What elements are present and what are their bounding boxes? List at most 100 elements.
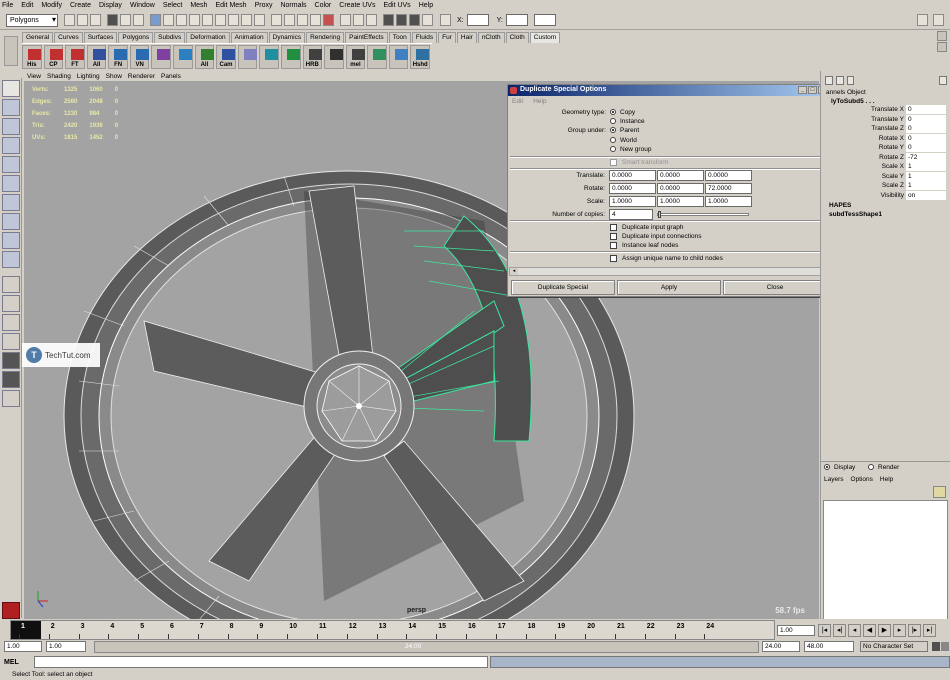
attr-name[interactable]: Scale X (821, 163, 906, 170)
snap-point-icon[interactable] (297, 14, 308, 26)
rotate-tool-icon[interactable] (2, 156, 20, 173)
instance-leaf-checkbox[interactable]: Instance leaf nodes (610, 242, 678, 249)
dup-input-graph-checkbox[interactable]: Duplicate input graph (610, 224, 683, 231)
mode-selector[interactable]: Polygons (6, 13, 58, 27)
shelf-icon-9[interactable]: All (194, 44, 215, 69)
layout-four-icon[interactable] (2, 295, 20, 312)
attr-value[interactable]: 1 (906, 171, 946, 181)
toggle-attr-editor-icon[interactable] (917, 14, 928, 26)
attr-name[interactable]: Rotate Y (821, 144, 906, 151)
menu-edit[interactable]: Edit (21, 2, 33, 9)
shelf-edit-icon[interactable] (937, 31, 947, 41)
shelf-tab-custom[interactable]: Custom (529, 32, 561, 43)
menu-normals[interactable]: Normals (280, 2, 306, 9)
radio-instance[interactable]: Instance (610, 118, 645, 125)
close-button[interactable]: Close (723, 280, 827, 295)
shelf-tab-painteffects[interactable]: PaintEffects (345, 32, 388, 43)
select-hierarchy-icon[interactable] (107, 14, 118, 26)
shelf-icon-7[interactable] (151, 44, 172, 69)
dialog-menu-help[interactable]: Help (533, 98, 546, 105)
shelf-icon-19[interactable]: Hshd (410, 44, 430, 69)
step-forward-key-icon[interactable]: |▸ (908, 624, 921, 637)
attr-value[interactable]: 1 (906, 181, 946, 191)
toggle-channel-box-icon[interactable] (933, 14, 944, 26)
current-time-field[interactable]: 1.00 (777, 625, 815, 636)
render-view-icon[interactable] (383, 14, 394, 26)
shelf-icon-5[interactable]: FN (108, 44, 128, 69)
layout-outliner-icon[interactable] (2, 333, 20, 350)
scale-z-field[interactable]: 1.0000 (705, 196, 752, 207)
menu-proxy[interactable]: Proxy (255, 2, 273, 9)
attr-name[interactable]: Scale Y (821, 173, 906, 180)
input-ops-icon[interactable] (340, 14, 351, 26)
render-radio[interactable]: Render (868, 464, 899, 471)
menu-color[interactable]: Color (315, 2, 332, 9)
attr-name[interactable]: Translate Y (821, 116, 906, 123)
shelf-tab-animation[interactable]: Animation (230, 32, 268, 43)
channel-box-icon[interactable] (825, 75, 833, 85)
viewport-menu-lighting[interactable]: Lighting (77, 73, 100, 80)
shelf-tab-surfaces[interactable]: Surfaces (83, 32, 118, 43)
step-forward-icon[interactable]: ▸ (893, 624, 906, 637)
dialog-titlebar[interactable]: Duplicate Special Options _ □ × (508, 85, 828, 96)
play-back-icon[interactable]: ◀ (863, 624, 876, 637)
layout-more-icon[interactable] (2, 390, 20, 407)
channel-box-tabs[interactable]: annels Object (821, 89, 950, 96)
range-slider[interactable]: 24.00 (94, 641, 759, 653)
step-back-icon[interactable]: ◂ (848, 624, 861, 637)
copies-slider-handle[interactable] (658, 211, 661, 218)
shelf-tab-subdivs[interactable]: Subdivs (154, 32, 186, 43)
shelf-icon-6[interactable]: VN (129, 44, 150, 69)
x-field[interactable] (466, 14, 489, 26)
snap-grid-icon[interactable] (271, 14, 282, 26)
rotate-x-field[interactable]: 0.0000 (609, 183, 656, 194)
layout-hypershade-icon[interactable] (2, 371, 20, 388)
shelf-tab-fur[interactable]: Fur (438, 32, 456, 43)
menu-select[interactable]: Select (163, 2, 182, 9)
shelf-menu-button[interactable] (4, 36, 18, 66)
y-field[interactable] (505, 14, 528, 26)
shelf-icon-1[interactable]: His (22, 44, 42, 69)
radio-world[interactable]: World (610, 137, 637, 144)
mask-handles-icon[interactable] (163, 14, 174, 26)
new-layer-icon[interactable] (933, 486, 946, 498)
attr-name[interactable]: Rotate X (821, 135, 906, 142)
shelf-icon-2[interactable]: CP (43, 44, 64, 69)
attr-name[interactable]: Scale Z (821, 182, 906, 189)
character-set-dropdown[interactable]: No Character Set (860, 641, 928, 652)
attr-value[interactable]: on (906, 190, 946, 200)
shelf-options-icon[interactable] (937, 42, 947, 52)
translate-y-field[interactable]: 0.0000 (657, 170, 704, 181)
snap-curve-icon[interactable] (284, 14, 295, 26)
z-field[interactable] (533, 14, 556, 26)
mask-misc-icon[interactable] (254, 14, 265, 26)
go-start-icon[interactable]: |◂ (818, 624, 831, 637)
current-frame-marker[interactable] (11, 621, 41, 639)
menu-mesh[interactable]: Mesh (190, 2, 207, 9)
scale-y-field[interactable]: 1.0000 (657, 196, 704, 207)
layout-side-icon[interactable] (2, 314, 20, 331)
move-tool-icon[interactable] (2, 137, 20, 154)
attr-value[interactable]: -72 (906, 152, 946, 162)
layer-menu-options[interactable]: Options (851, 476, 873, 483)
construction-history-icon[interactable] (366, 14, 377, 26)
shelf-tab-ncloth[interactable]: nCloth (477, 32, 505, 43)
shelf-tab-cloth[interactable]: Cloth (505, 32, 529, 43)
go-end-icon[interactable]: ▸| (923, 624, 936, 637)
shelf-icon-12[interactable] (259, 44, 279, 69)
shelf-icon-3[interactable]: FT (65, 44, 85, 69)
select-object-icon[interactable] (120, 14, 131, 26)
maximize-icon[interactable]: □ (808, 86, 817, 94)
paint-select-icon[interactable] (2, 118, 20, 135)
menu-edit-mesh[interactable]: Edit Mesh (215, 2, 246, 9)
radio-copy[interactable]: Copy (610, 109, 635, 116)
attr-name[interactable]: Translate Z (821, 125, 906, 132)
layer-editor-icon[interactable] (835, 75, 844, 85)
menu-file[interactable]: File (2, 2, 13, 9)
scale-tool-icon[interactable] (2, 175, 20, 192)
scale-x-field[interactable]: 1.0000 (609, 196, 656, 207)
tool-settings-icon[interactable] (939, 75, 947, 85)
shelf-icon-14[interactable]: HRB (302, 44, 323, 69)
cmd-language-label[interactable]: MEL (4, 659, 34, 666)
shelf-icon-10[interactable]: Cam (216, 44, 236, 69)
